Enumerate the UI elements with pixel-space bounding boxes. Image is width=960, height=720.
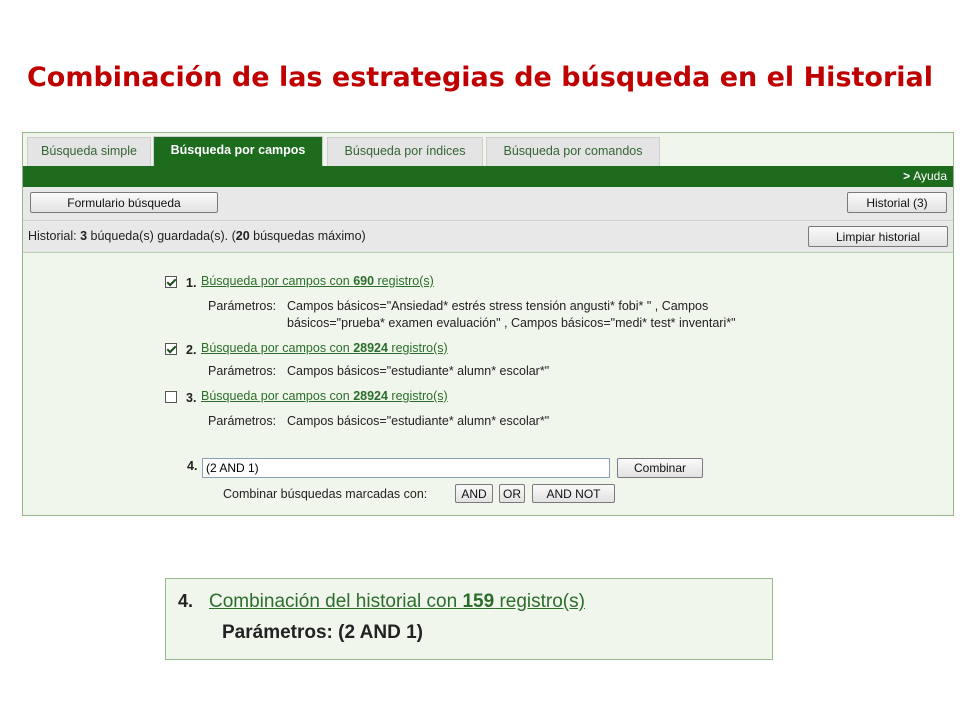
entry-2-records: 28924 [353,341,388,355]
entry-3-params-line1: Campos básicos="estudiante* alumn* escol… [287,414,550,428]
entry-2-link-suffix: registro(s) [387,341,448,355]
history-prefix: Historial: [28,229,81,243]
tab-busqueda-por-comandos[interactable]: Búsqueda por comandos [486,137,660,166]
entry-1-params-line2: básicos="prueba* examen evaluación" , Ca… [287,316,736,330]
history-suffix: búsquedas máximo) [249,229,366,243]
chevron-right-icon: > [903,169,911,183]
entry-1-link[interactable]: Búsqueda por campos con 690 registro(s) [201,274,434,288]
history-middle: búqueda(s) guardada(s). ( [87,229,236,243]
combine-expression-input[interactable] [202,458,610,478]
history-summary-row: Historial: 3 búqueda(s) guardada(s). (20… [23,221,953,253]
help-label: Ayuda [913,169,947,183]
tab-busqueda-por-campos[interactable]: Búsqueda por campos [153,136,323,167]
entry-1-records: 690 [353,274,375,288]
entry-2-checkbox[interactable] [165,343,177,355]
search-form-button[interactable]: Formulario búsqueda [30,192,218,213]
combine-number: 4. [187,459,198,473]
entry-2-params-label: Parámetros: [208,364,277,378]
help-link[interactable]: > Ayuda [903,169,947,183]
result-link-prefix: Combinación del historial con [209,591,463,612]
history-count: 3 [80,229,88,243]
clear-history-button[interactable]: Limpiar historial [808,226,948,247]
entry-3-params-label: Parámetros: [208,414,277,428]
entry-3-link[interactable]: Búsqueda por campos con 28924 registro(s… [201,389,448,403]
and-button[interactable]: AND [455,484,493,503]
combine-operators-label: Combinar búsquedas marcadas con: [223,487,428,501]
or-button[interactable]: OR [499,484,525,503]
entry-3-link-suffix: registro(s) [387,389,448,403]
entry-2-number: 2. [186,343,197,357]
result-records: 159 [462,591,495,612]
result-number: 4. [178,591,194,611]
entry-3-records: 28924 [353,389,388,403]
entry-3-link-prefix: Búsqueda por campos con [201,389,354,403]
entry-1-number: 1. [186,276,197,290]
entry-2-link[interactable]: Búsqueda por campos con 28924 registro(s… [201,341,448,355]
combine-button[interactable]: Combinar [617,458,703,478]
slide-title: Combinación de las estrategias de búsque… [26,62,934,93]
entry-2-params-line1: Campos básicos="estudiante* alumn* escol… [287,364,550,378]
entry-1-checkbox[interactable] [165,276,177,288]
and-not-button[interactable]: AND NOT [532,484,615,503]
tab-busqueda-por-indices[interactable]: Búsqueda por índices [327,137,483,166]
tab-busqueda-simple[interactable]: Búsqueda simple [27,137,151,166]
combination-result-inset: 4. Combinación del historial con 159 reg… [165,578,773,660]
history-max: 20 [235,229,250,243]
entry-1-params-line1: Campos básicos="Ansiedad* estrés stress … [287,299,709,313]
entry-2-link-prefix: Búsqueda por campos con [201,341,354,355]
search-panel: Búsqueda simple Búsqueda por campos Búsq… [22,132,954,516]
entry-3-number: 3. [186,391,197,405]
result-params: Parámetros: (2 AND 1) [222,622,423,643]
result-link-suffix: registro(s) [494,591,585,612]
result-link[interactable]: Combinación del historial con 159 regist… [209,591,585,613]
history-summary: Historial: 3 búqueda(s) guardada(s). (20… [28,229,366,243]
entry-1-link-suffix: registro(s) [374,274,434,288]
history-button[interactable]: Historial (3) [847,192,947,213]
green-header-bar: > Ayuda [23,166,953,187]
toolbar: Formulario búsqueda Historial (3) [23,187,953,221]
entry-3-checkbox[interactable] [165,391,177,403]
tab-bar: Búsqueda simple Búsqueda por campos Búsq… [23,133,953,167]
entry-1-params-label: Parámetros: [208,299,277,313]
entry-1-link-prefix: Búsqueda por campos con [201,274,354,288]
